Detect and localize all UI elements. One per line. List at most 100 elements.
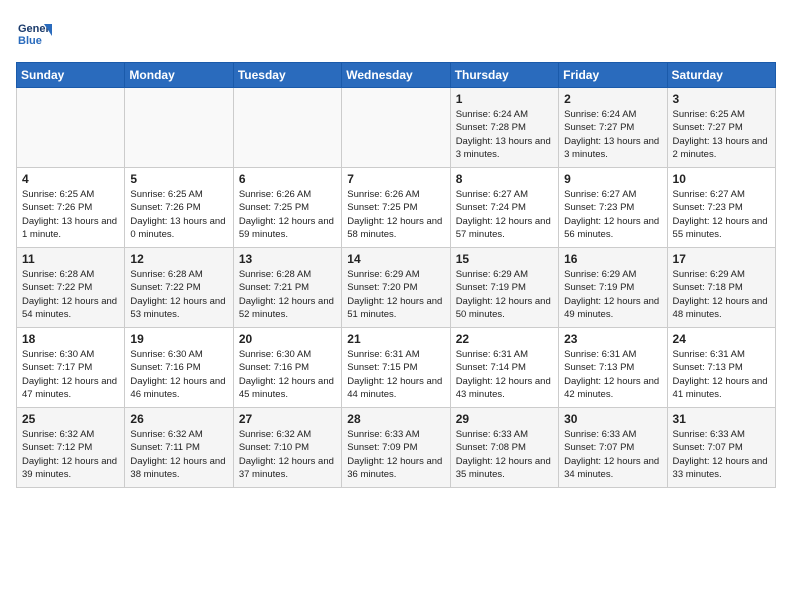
header: General Blue <box>16 16 776 52</box>
calendar-table: SundayMondayTuesdayWednesdayThursdayFrid… <box>16 62 776 488</box>
calendar-cell: 31Sunrise: 6:33 AM Sunset: 7:07 PM Dayli… <box>667 408 775 488</box>
day-info: Sunrise: 6:31 AM Sunset: 7:14 PM Dayligh… <box>456 348 553 401</box>
day-info: Sunrise: 6:29 AM Sunset: 7:19 PM Dayligh… <box>456 268 553 321</box>
day-info: Sunrise: 6:24 AM Sunset: 7:27 PM Dayligh… <box>564 108 661 161</box>
day-info: Sunrise: 6:24 AM Sunset: 7:28 PM Dayligh… <box>456 108 553 161</box>
day-info: Sunrise: 6:33 AM Sunset: 7:07 PM Dayligh… <box>564 428 661 481</box>
calendar-cell <box>342 88 450 168</box>
calendar-cell: 2Sunrise: 6:24 AM Sunset: 7:27 PM Daylig… <box>559 88 667 168</box>
week-row-4: 18 Sunrise: 6:30 AM Sunset: 7:17 PM Dayli… <box>17 328 776 408</box>
calendar-cell: 1 Sunrise: 6:24 AM Sunset: 7:28 PM Daylig… <box>450 88 558 168</box>
day-info: Sunrise: 6:31 AM Sunset: 7:13 PM Dayligh… <box>673 348 770 401</box>
day-header-thursday: Thursday <box>450 63 558 88</box>
day-info: Sunrise: 6:29 AM Sunset: 7:18 PM Dayligh… <box>673 268 770 321</box>
day-info: Sunrise: 6:31 AM Sunset: 7:13 PM Dayligh… <box>564 348 661 401</box>
day-number: 9 <box>564 172 661 186</box>
day-info: Sunrise: 6:32 AM Sunset: 7:10 PM Dayligh… <box>239 428 336 481</box>
calendar-cell: 13 Sunrise: 6:28 AM Sunset: 7:21 PM Dayli… <box>233 248 341 328</box>
calendar-cell: 19 Sunrise: 6:30 AM Sunset: 7:16 PM Dayli… <box>125 328 233 408</box>
day-number: 18 <box>22 332 119 346</box>
day-number: 29 <box>456 412 553 426</box>
calendar-cell: 15Sunrise: 6:29 AM Sunset: 7:19 PM Dayli… <box>450 248 558 328</box>
day-info: Sunrise: 6:30 AM Sunset: 7:16 PM Dayligh… <box>130 348 227 401</box>
calendar-cell: 4 Sunrise: 6:25 AM Sunset: 7:26 PM Daylig… <box>17 168 125 248</box>
day-info: Sunrise: 6:31 AM Sunset: 7:15 PM Dayligh… <box>347 348 444 401</box>
logo: General Blue <box>16 16 56 52</box>
calendar-cell <box>17 88 125 168</box>
day-number: 25 <box>22 412 119 426</box>
day-number: 8 <box>456 172 553 186</box>
day-info: Sunrise: 6:27 AM Sunset: 7:24 PM Dayligh… <box>456 188 553 241</box>
day-number: 11 <box>22 252 119 266</box>
day-info: Sunrise: 6:25 AM Sunset: 7:27 PM Dayligh… <box>673 108 770 161</box>
calendar-cell: 10Sunrise: 6:27 AM Sunset: 7:23 PM Dayli… <box>667 168 775 248</box>
day-number: 7 <box>347 172 444 186</box>
calendar-cell: 17 Sunrise: 6:29 AM Sunset: 7:18 PM Dayli… <box>667 248 775 328</box>
calendar-cell: 11 Sunrise: 6:28 AM Sunset: 7:22 PM Dayli… <box>17 248 125 328</box>
calendar-cell: 7 Sunrise: 6:26 AM Sunset: 7:25 PM Daylig… <box>342 168 450 248</box>
day-header-saturday: Saturday <box>667 63 775 88</box>
week-row-3: 11 Sunrise: 6:28 AM Sunset: 7:22 PM Dayli… <box>17 248 776 328</box>
day-info: Sunrise: 6:26 AM Sunset: 7:25 PM Dayligh… <box>347 188 444 241</box>
day-number: 14 <box>347 252 444 266</box>
day-info: Sunrise: 6:27 AM Sunset: 7:23 PM Dayligh… <box>673 188 770 241</box>
day-number: 6 <box>239 172 336 186</box>
day-info: Sunrise: 6:28 AM Sunset: 7:22 PM Dayligh… <box>22 268 119 321</box>
day-number: 1 <box>456 92 553 106</box>
day-info: Sunrise: 6:27 AM Sunset: 7:23 PM Dayligh… <box>564 188 661 241</box>
day-header-monday: Monday <box>125 63 233 88</box>
day-info: Sunrise: 6:33 AM Sunset: 7:09 PM Dayligh… <box>347 428 444 481</box>
calendar-cell: 28 Sunrise: 6:33 AM Sunset: 7:09 PM Dayli… <box>342 408 450 488</box>
logo-icon: General Blue <box>16 16 52 52</box>
day-number: 24 <box>673 332 770 346</box>
calendar-cell: 26 Sunrise: 6:32 AM Sunset: 7:11 PM Dayli… <box>125 408 233 488</box>
calendar-cell: 6 Sunrise: 6:26 AM Sunset: 7:25 PM Daylig… <box>233 168 341 248</box>
day-number: 28 <box>347 412 444 426</box>
day-info: Sunrise: 6:32 AM Sunset: 7:11 PM Dayligh… <box>130 428 227 481</box>
calendar-cell: 25Sunrise: 6:32 AM Sunset: 7:12 PM Dayli… <box>17 408 125 488</box>
calendar-cell: 30Sunrise: 6:33 AM Sunset: 7:07 PM Dayli… <box>559 408 667 488</box>
calendar-cell: 14 Sunrise: 6:29 AM Sunset: 7:20 PM Dayli… <box>342 248 450 328</box>
day-info: Sunrise: 6:28 AM Sunset: 7:21 PM Dayligh… <box>239 268 336 321</box>
calendar-cell: 9 Sunrise: 6:27 AM Sunset: 7:23 PM Daylig… <box>559 168 667 248</box>
day-number: 21 <box>347 332 444 346</box>
calendar-cell: 29 Sunrise: 6:33 AM Sunset: 7:08 PM Dayli… <box>450 408 558 488</box>
day-number: 3 <box>673 92 770 106</box>
day-info: Sunrise: 6:28 AM Sunset: 7:22 PM Dayligh… <box>130 268 227 321</box>
day-number: 13 <box>239 252 336 266</box>
calendar-cell: 23 Sunrise: 6:31 AM Sunset: 7:13 PM Dayli… <box>559 328 667 408</box>
day-info: Sunrise: 6:29 AM Sunset: 7:19 PM Dayligh… <box>564 268 661 321</box>
calendar-cell: 18 Sunrise: 6:30 AM Sunset: 7:17 PM Dayli… <box>17 328 125 408</box>
day-info: Sunrise: 6:33 AM Sunset: 7:08 PM Dayligh… <box>456 428 553 481</box>
day-number: 31 <box>673 412 770 426</box>
day-number: 20 <box>239 332 336 346</box>
svg-text:Blue: Blue <box>18 35 42 47</box>
day-number: 22 <box>456 332 553 346</box>
day-info: Sunrise: 6:25 AM Sunset: 7:26 PM Dayligh… <box>22 188 119 241</box>
day-number: 5 <box>130 172 227 186</box>
day-info: Sunrise: 6:29 AM Sunset: 7:20 PM Dayligh… <box>347 268 444 321</box>
calendar-cell: 5 Sunrise: 6:25 AM Sunset: 7:26 PM Daylig… <box>125 168 233 248</box>
calendar-cell: 22 Sunrise: 6:31 AM Sunset: 7:14 PM Dayli… <box>450 328 558 408</box>
day-header-sunday: Sunday <box>17 63 125 88</box>
day-info: Sunrise: 6:30 AM Sunset: 7:17 PM Dayligh… <box>22 348 119 401</box>
calendar-cell: 3 Sunrise: 6:25 AM Sunset: 7:27 PM Daylig… <box>667 88 775 168</box>
days-header-row: SundayMondayTuesdayWednesdayThursdayFrid… <box>17 63 776 88</box>
calendar-cell: 16 Sunrise: 6:29 AM Sunset: 7:19 PM Dayli… <box>559 248 667 328</box>
week-row-1: 1 Sunrise: 6:24 AM Sunset: 7:28 PM Daylig… <box>17 88 776 168</box>
day-number: 17 <box>673 252 770 266</box>
day-number: 4 <box>22 172 119 186</box>
calendar-cell: 12 Sunrise: 6:28 AM Sunset: 7:22 PM Dayli… <box>125 248 233 328</box>
day-number: 26 <box>130 412 227 426</box>
calendar-cell <box>125 88 233 168</box>
day-number: 23 <box>564 332 661 346</box>
week-row-5: 25Sunrise: 6:32 AM Sunset: 7:12 PM Dayli… <box>17 408 776 488</box>
day-info: Sunrise: 6:25 AM Sunset: 7:26 PM Dayligh… <box>130 188 227 241</box>
day-number: 12 <box>130 252 227 266</box>
day-header-tuesday: Tuesday <box>233 63 341 88</box>
day-number: 16 <box>564 252 661 266</box>
day-number: 27 <box>239 412 336 426</box>
calendar-cell: 20Sunrise: 6:30 AM Sunset: 7:16 PM Dayli… <box>233 328 341 408</box>
day-info: Sunrise: 6:26 AM Sunset: 7:25 PM Dayligh… <box>239 188 336 241</box>
day-number: 19 <box>130 332 227 346</box>
